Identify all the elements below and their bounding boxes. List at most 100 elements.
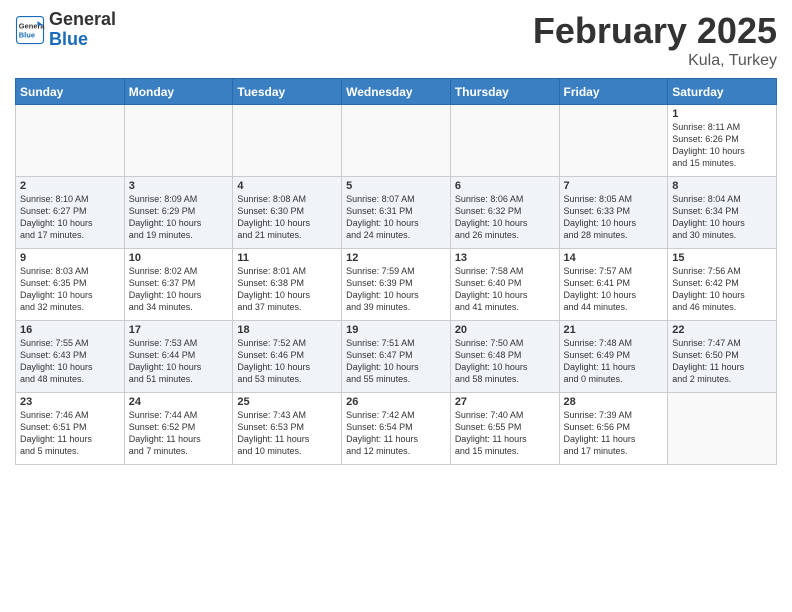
calendar-body: 1Sunrise: 8:11 AM Sunset: 6:26 PM Daylig… — [16, 105, 777, 465]
calendar-cell — [233, 105, 342, 177]
svg-text:General: General — [19, 21, 45, 30]
day-info: Sunrise: 7:59 AM Sunset: 6:39 PM Dayligh… — [346, 265, 446, 314]
calendar-week: 16Sunrise: 7:55 AM Sunset: 6:43 PM Dayli… — [16, 321, 777, 393]
logo-text: General Blue — [49, 10, 116, 50]
day-info: Sunrise: 7:50 AM Sunset: 6:48 PM Dayligh… — [455, 337, 555, 386]
day-number: 3 — [129, 180, 229, 192]
location: Kula, Turkey — [533, 52, 777, 70]
day-info: Sunrise: 7:40 AM Sunset: 6:55 PM Dayligh… — [455, 409, 555, 458]
day-info: Sunrise: 7:44 AM Sunset: 6:52 PM Dayligh… — [129, 409, 229, 458]
calendar-cell: 6Sunrise: 8:06 AM Sunset: 6:32 PM Daylig… — [450, 177, 559, 249]
day-number: 28 — [564, 396, 664, 408]
day-info: Sunrise: 8:01 AM Sunset: 6:38 PM Dayligh… — [237, 265, 337, 314]
day-info: Sunrise: 7:43 AM Sunset: 6:53 PM Dayligh… — [237, 409, 337, 458]
logo-icon: General Blue — [15, 15, 45, 45]
day-number: 22 — [672, 324, 772, 336]
logo: General Blue General Blue — [15, 10, 116, 50]
day-info: Sunrise: 8:11 AM Sunset: 6:26 PM Dayligh… — [672, 121, 772, 170]
calendar-cell: 11Sunrise: 8:01 AM Sunset: 6:38 PM Dayli… — [233, 249, 342, 321]
day-number: 25 — [237, 396, 337, 408]
day-info: Sunrise: 8:03 AM Sunset: 6:35 PM Dayligh… — [20, 265, 120, 314]
header: General Blue General Blue February 2025 … — [15, 10, 777, 70]
calendar-cell — [342, 105, 451, 177]
day-number: 20 — [455, 324, 555, 336]
day-info: Sunrise: 7:57 AM Sunset: 6:41 PM Dayligh… — [564, 265, 664, 314]
day-info: Sunrise: 7:51 AM Sunset: 6:47 PM Dayligh… — [346, 337, 446, 386]
calendar-cell — [16, 105, 125, 177]
day-info: Sunrise: 7:53 AM Sunset: 6:44 PM Dayligh… — [129, 337, 229, 386]
calendar-cell: 1Sunrise: 8:11 AM Sunset: 6:26 PM Daylig… — [668, 105, 777, 177]
day-info: Sunrise: 7:42 AM Sunset: 6:54 PM Dayligh… — [346, 409, 446, 458]
calendar-cell: 15Sunrise: 7:56 AM Sunset: 6:42 PM Dayli… — [668, 249, 777, 321]
weekday-header: Tuesday — [233, 79, 342, 105]
calendar-cell: 24Sunrise: 7:44 AM Sunset: 6:52 PM Dayli… — [124, 393, 233, 465]
calendar-week: 2Sunrise: 8:10 AM Sunset: 6:27 PM Daylig… — [16, 177, 777, 249]
day-info: Sunrise: 8:09 AM Sunset: 6:29 PM Dayligh… — [129, 193, 229, 242]
calendar-week: 1Sunrise: 8:11 AM Sunset: 6:26 PM Daylig… — [16, 105, 777, 177]
calendar-cell: 12Sunrise: 7:59 AM Sunset: 6:39 PM Dayli… — [342, 249, 451, 321]
calendar-cell: 7Sunrise: 8:05 AM Sunset: 6:33 PM Daylig… — [559, 177, 668, 249]
day-number: 21 — [564, 324, 664, 336]
day-info: Sunrise: 8:06 AM Sunset: 6:32 PM Dayligh… — [455, 193, 555, 242]
calendar-cell: 13Sunrise: 7:58 AM Sunset: 6:40 PM Dayli… — [450, 249, 559, 321]
day-number: 5 — [346, 180, 446, 192]
calendar-page: General Blue General Blue February 2025 … — [0, 0, 792, 612]
weekday-row: SundayMondayTuesdayWednesdayThursdayFrid… — [16, 79, 777, 105]
logo-general: General — [49, 9, 116, 29]
calendar-header: SundayMondayTuesdayWednesdayThursdayFrid… — [16, 79, 777, 105]
calendar-cell: 4Sunrise: 8:08 AM Sunset: 6:30 PM Daylig… — [233, 177, 342, 249]
day-number: 1 — [672, 108, 772, 120]
calendar-cell: 22Sunrise: 7:47 AM Sunset: 6:50 PM Dayli… — [668, 321, 777, 393]
day-number: 18 — [237, 324, 337, 336]
day-info: Sunrise: 7:46 AM Sunset: 6:51 PM Dayligh… — [20, 409, 120, 458]
calendar-cell: 2Sunrise: 8:10 AM Sunset: 6:27 PM Daylig… — [16, 177, 125, 249]
day-number: 9 — [20, 252, 120, 264]
svg-text:Blue: Blue — [19, 30, 35, 39]
calendar-cell: 16Sunrise: 7:55 AM Sunset: 6:43 PM Dayli… — [16, 321, 125, 393]
day-info: Sunrise: 8:04 AM Sunset: 6:34 PM Dayligh… — [672, 193, 772, 242]
day-number: 15 — [672, 252, 772, 264]
month-title: February 2025 — [533, 10, 777, 52]
day-info: Sunrise: 8:10 AM Sunset: 6:27 PM Dayligh… — [20, 193, 120, 242]
day-number: 12 — [346, 252, 446, 264]
calendar-cell — [450, 105, 559, 177]
calendar-cell: 27Sunrise: 7:40 AM Sunset: 6:55 PM Dayli… — [450, 393, 559, 465]
calendar-cell: 23Sunrise: 7:46 AM Sunset: 6:51 PM Dayli… — [16, 393, 125, 465]
weekday-header: Saturday — [668, 79, 777, 105]
day-number: 24 — [129, 396, 229, 408]
day-number: 27 — [455, 396, 555, 408]
day-number: 19 — [346, 324, 446, 336]
day-info: Sunrise: 7:58 AM Sunset: 6:40 PM Dayligh… — [455, 265, 555, 314]
day-number: 14 — [564, 252, 664, 264]
calendar-week: 9Sunrise: 8:03 AM Sunset: 6:35 PM Daylig… — [16, 249, 777, 321]
logo-blue: Blue — [49, 29, 88, 49]
day-info: Sunrise: 7:48 AM Sunset: 6:49 PM Dayligh… — [564, 337, 664, 386]
calendar-cell — [559, 105, 668, 177]
calendar-cell: 14Sunrise: 7:57 AM Sunset: 6:41 PM Dayli… — [559, 249, 668, 321]
day-number: 2 — [20, 180, 120, 192]
calendar-cell: 25Sunrise: 7:43 AM Sunset: 6:53 PM Dayli… — [233, 393, 342, 465]
day-info: Sunrise: 8:08 AM Sunset: 6:30 PM Dayligh… — [237, 193, 337, 242]
day-number: 11 — [237, 252, 337, 264]
day-info: Sunrise: 7:55 AM Sunset: 6:43 PM Dayligh… — [20, 337, 120, 386]
calendar-cell: 17Sunrise: 7:53 AM Sunset: 6:44 PM Dayli… — [124, 321, 233, 393]
day-info: Sunrise: 7:47 AM Sunset: 6:50 PM Dayligh… — [672, 337, 772, 386]
calendar-cell: 20Sunrise: 7:50 AM Sunset: 6:48 PM Dayli… — [450, 321, 559, 393]
day-info: Sunrise: 8:07 AM Sunset: 6:31 PM Dayligh… — [346, 193, 446, 242]
day-info: Sunrise: 7:39 AM Sunset: 6:56 PM Dayligh… — [564, 409, 664, 458]
calendar-cell: 5Sunrise: 8:07 AM Sunset: 6:31 PM Daylig… — [342, 177, 451, 249]
calendar-cell: 8Sunrise: 8:04 AM Sunset: 6:34 PM Daylig… — [668, 177, 777, 249]
calendar-cell: 26Sunrise: 7:42 AM Sunset: 6:54 PM Dayli… — [342, 393, 451, 465]
day-info: Sunrise: 7:56 AM Sunset: 6:42 PM Dayligh… — [672, 265, 772, 314]
day-number: 8 — [672, 180, 772, 192]
title-block: February 2025 Kula, Turkey — [533, 10, 777, 70]
weekday-header: Thursday — [450, 79, 559, 105]
calendar-cell: 18Sunrise: 7:52 AM Sunset: 6:46 PM Dayli… — [233, 321, 342, 393]
weekday-header: Sunday — [16, 79, 125, 105]
calendar-cell: 19Sunrise: 7:51 AM Sunset: 6:47 PM Dayli… — [342, 321, 451, 393]
day-number: 6 — [455, 180, 555, 192]
calendar-table: SundayMondayTuesdayWednesdayThursdayFrid… — [15, 78, 777, 465]
day-number: 7 — [564, 180, 664, 192]
calendar-cell: 3Sunrise: 8:09 AM Sunset: 6:29 PM Daylig… — [124, 177, 233, 249]
calendar-cell: 9Sunrise: 8:03 AM Sunset: 6:35 PM Daylig… — [16, 249, 125, 321]
